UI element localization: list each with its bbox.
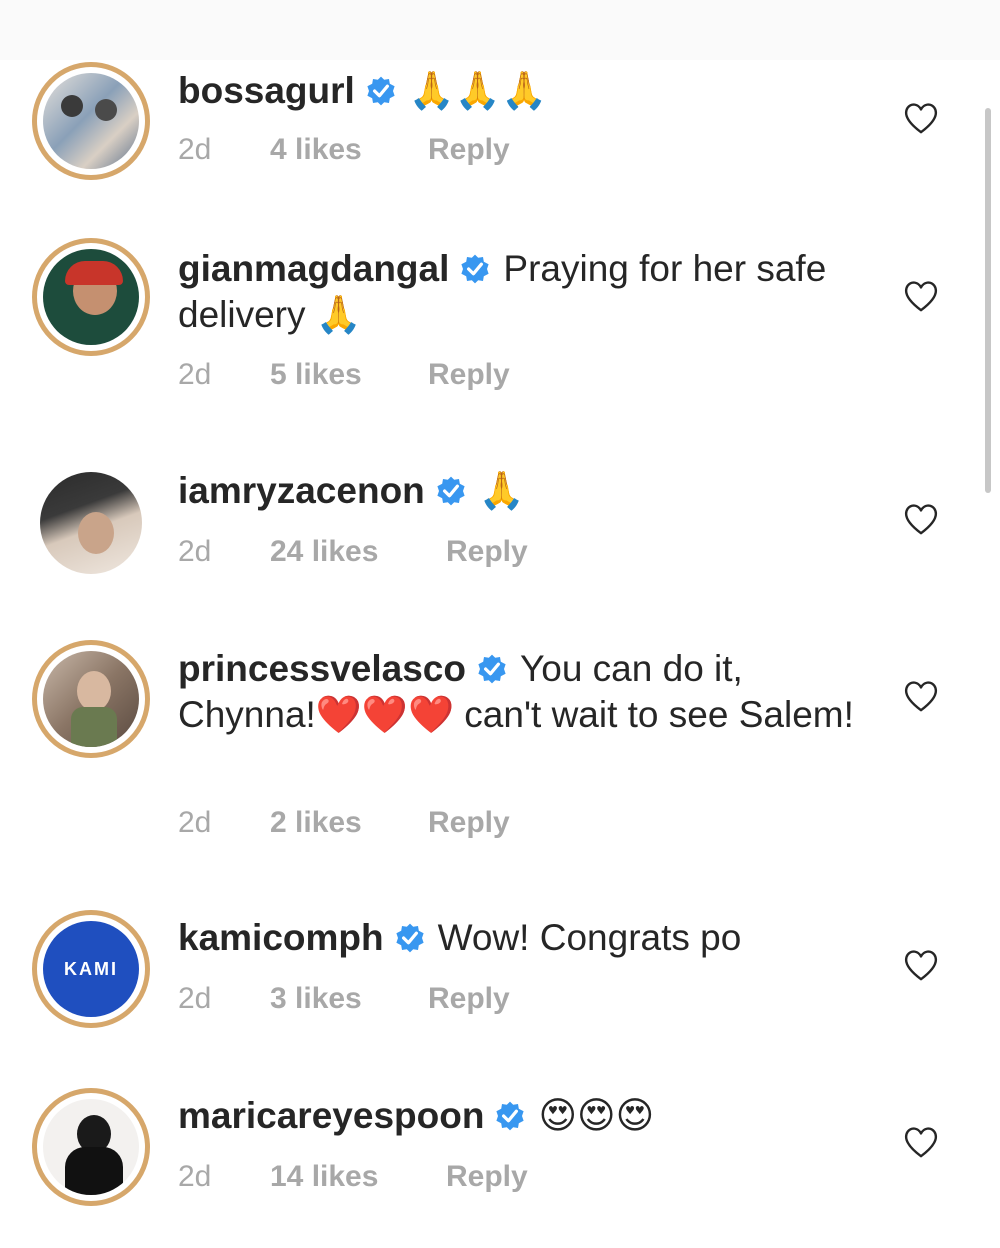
heart-icon[interactable]	[902, 501, 940, 537]
comment-text-block: bossagurl 🙏🙏🙏	[178, 68, 868, 114]
avatar[interactable]	[32, 62, 150, 180]
reply-button[interactable]: Reply	[428, 806, 510, 840]
verified-badge-icon	[496, 1101, 525, 1131]
comment-username[interactable]: gianmagdangal	[178, 248, 449, 289]
heart-icon[interactable]	[902, 1124, 940, 1160]
comment-username[interactable]: princessvelasco	[178, 648, 466, 689]
heart-icon[interactable]	[902, 947, 940, 983]
verified-badge-icon	[396, 923, 424, 953]
comment-likes[interactable]: 2 likes	[270, 806, 428, 840]
comment-username[interactable]: iamryzacenon	[178, 470, 425, 511]
comment-likes[interactable]: 24 likes	[270, 535, 446, 569]
reply-button[interactable]: Reply	[428, 982, 510, 1016]
avatar[interactable]	[32, 1088, 150, 1206]
comment-likes[interactable]: 4 likes	[270, 133, 428, 167]
comment-text-block: iamryzacenon 🙏	[178, 468, 868, 514]
avatar[interactable]: KAMI	[32, 910, 150, 1028]
top-bar	[0, 0, 1000, 60]
comment-body: 😍😍😍	[538, 1095, 655, 1136]
comment-body: 🙏🙏🙏	[408, 70, 548, 111]
comment-username[interactable]: maricareyespoon	[178, 1095, 484, 1136]
comment-meta: 2d 14 likes Reply	[178, 1160, 528, 1194]
heart-icon[interactable]	[902, 678, 940, 714]
comment-body: Wow! Congrats po	[437, 917, 742, 958]
comment-meta: 2d 5 likes Reply	[178, 358, 510, 392]
comment-timestamp: 2d	[178, 806, 212, 839]
comment-meta: 2d 4 likes Reply	[178, 133, 510, 167]
reply-button[interactable]: Reply	[428, 133, 510, 167]
verified-badge-icon	[367, 76, 395, 106]
comment-timestamp: 2d	[178, 982, 212, 1015]
comment-meta: 2d 24 likes Reply	[178, 535, 528, 569]
comment-text-block: princessvelasco You can do it, Chynna!❤️❤…	[178, 646, 868, 738]
comment-body: 🙏	[478, 470, 525, 511]
reply-button[interactable]: Reply	[446, 1160, 528, 1194]
reply-button[interactable]: Reply	[428, 358, 510, 392]
avatar[interactable]	[40, 472, 142, 574]
comment-username[interactable]: bossagurl	[178, 70, 355, 111]
comment-likes[interactable]: 3 likes	[270, 982, 428, 1016]
comment-likes[interactable]: 5 likes	[270, 358, 428, 392]
comment-username[interactable]: kamicomph	[178, 917, 384, 958]
comment-text-block: kamicomph Wow! Congrats po	[178, 915, 868, 961]
avatar-logo-text: KAMI	[64, 958, 118, 979]
verified-badge-icon	[461, 254, 489, 284]
comment-timestamp: 2d	[178, 358, 212, 391]
scrollbar[interactable]	[985, 108, 991, 493]
verified-badge-icon	[478, 654, 506, 684]
reply-button[interactable]: Reply	[446, 535, 528, 569]
verified-badge-icon	[437, 476, 465, 506]
comment-text-block: maricareyespoon 😍😍😍	[178, 1093, 868, 1139]
comment-meta: 2d 2 likes Reply	[178, 806, 510, 840]
comment-timestamp: 2d	[178, 535, 212, 568]
avatar[interactable]	[32, 640, 150, 758]
comment-meta: 2d 3 likes Reply	[178, 982, 510, 1016]
comment-text-block: gianmagdangal Praying for her safe delive…	[178, 246, 868, 338]
comment-likes[interactable]: 14 likes	[270, 1160, 446, 1194]
avatar[interactable]	[32, 238, 150, 356]
comment-timestamp: 2d	[178, 1160, 212, 1193]
heart-icon[interactable]	[902, 100, 940, 136]
heart-icon[interactable]	[902, 278, 940, 314]
comment-timestamp: 2d	[178, 133, 212, 166]
